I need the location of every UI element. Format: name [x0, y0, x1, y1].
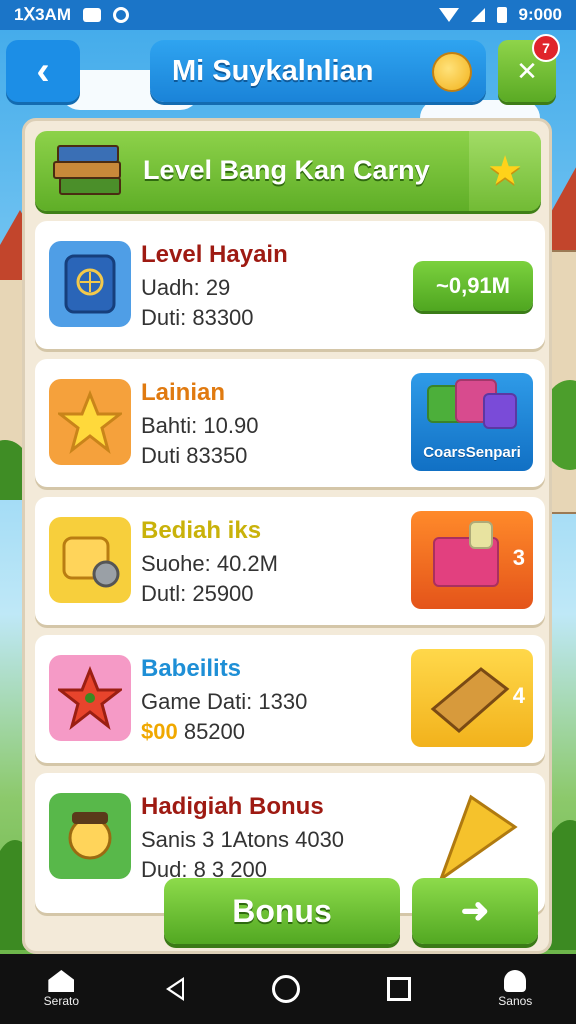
card-stat-2: Dutl: 25900	[141, 581, 254, 606]
currency-label: $00	[141, 719, 178, 744]
card-title: Level Hayain	[141, 241, 288, 268]
bonus-button[interactable]: Bonus	[164, 878, 400, 944]
banner-star-button[interactable]: ★	[469, 131, 541, 211]
card-title: Bediah iks	[141, 517, 262, 544]
star-icon	[49, 379, 131, 465]
reward-tile[interactable]: 4	[411, 649, 533, 747]
person-icon	[504, 970, 527, 992]
list-item[interactable]: Bediah iks Suohe: 40.2M Dutl: 25900 3	[35, 497, 545, 625]
signal-icon	[470, 8, 485, 22]
notification-badge: 7	[532, 34, 560, 62]
claim-button[interactable]: ~0,91M	[413, 261, 533, 311]
list-item[interactable]: Babeilits Game Dati: 1330 $00 85200 4	[35, 635, 545, 763]
card-stat-1: Suohe: 40.2M	[141, 551, 278, 576]
recents-square-icon	[386, 977, 411, 1001]
banner-title: Level Bang Kan Carny	[143, 155, 430, 185]
chevron-left-icon: ‹	[36, 48, 50, 93]
back-triangle-icon	[166, 977, 185, 1001]
card-stat-2: Duti: 83300	[141, 305, 254, 330]
back-button[interactable]: ‹	[6, 40, 80, 102]
nav-left-label: Serato	[43, 994, 80, 1008]
title-bar: Mi Suykalnlian	[150, 40, 486, 102]
reward-label: CoarsSenpari	[423, 444, 521, 461]
next-button[interactable]: ➜	[412, 878, 538, 944]
rewards-panel: Level Bang Kan Carny ★ Level Hayain Uadh…	[22, 118, 552, 954]
nav-home-tab[interactable]: Serato	[44, 970, 79, 1008]
page-title: Mi Suykalnlian	[172, 54, 374, 87]
card-stat-1: Uadh: 29	[141, 275, 231, 300]
gift-button[interactable]: ✕ 7	[498, 34, 560, 102]
wifi-icon	[438, 8, 459, 22]
arrow-right-icon: ➜	[460, 892, 490, 930]
reward-count: 3	[512, 545, 525, 570]
nav-right-label: Sanos	[498, 994, 533, 1008]
ticket-icon	[49, 517, 131, 603]
cone-icon	[437, 794, 518, 883]
status-time-right: 9:000	[518, 5, 562, 24]
status-time-left: 1Ⅹ3AM	[14, 5, 71, 24]
home-circle-icon	[271, 975, 300, 1003]
nav-back-button[interactable]	[166, 977, 185, 1001]
battery-icon	[496, 7, 507, 23]
house-icon	[48, 970, 75, 992]
status-bar: 1Ⅹ3AM 9:000	[0, 0, 576, 30]
card-stat-1: Game Dati: 1330	[141, 689, 308, 714]
notification-icon	[113, 7, 129, 23]
mascot-icon	[432, 52, 472, 92]
farmer-icon	[49, 793, 131, 879]
navigation-bar: Serato Sanos	[0, 954, 576, 1024]
nav-recents-button[interactable]	[386, 977, 411, 1001]
reward-count: 4	[512, 683, 525, 708]
list-item[interactable]: Level Hayain Uadh: 29 Duti: 83300 ~0,91M	[35, 221, 545, 349]
card-stat-2-value: 85200	[177, 719, 246, 744]
tomato-star-icon	[49, 655, 131, 741]
star-icon: ★	[487, 149, 523, 193]
message-icon	[83, 8, 101, 22]
level-banner: Level Bang Kan Carny ★	[35, 131, 541, 211]
books-icon	[51, 141, 129, 203]
reward-tile[interactable]: 3	[411, 511, 533, 609]
nav-profile-tab[interactable]: Sanos	[498, 970, 532, 1008]
gift-icon: ✕	[516, 55, 538, 86]
reward-tile[interactable]	[411, 787, 533, 885]
card-stat-2: $00 85200	[141, 719, 245, 745]
card-stat-1: Sanis 3 1Atons 4030	[141, 827, 345, 852]
reward-tile[interactable]: CoarsSenpari	[411, 373, 533, 471]
list-item[interactable]: Lainian Bahti: 10.90 Duti 83350 CoarsSen…	[35, 359, 545, 487]
nav-home-button[interactable]	[271, 975, 300, 1003]
passport-icon	[49, 241, 131, 327]
card-stat-1: Bahti: 10.90	[141, 413, 259, 438]
card-title: Lainian	[141, 379, 226, 406]
card-stat-2: Duti 83350	[141, 443, 248, 468]
card-title: Hadigiah Bonus	[141, 793, 324, 820]
card-title: Babeilits	[141, 655, 242, 682]
